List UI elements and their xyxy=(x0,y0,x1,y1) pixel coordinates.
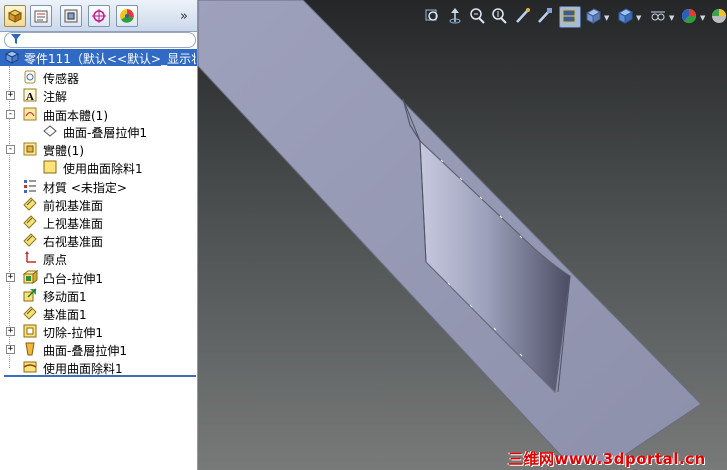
tree-item-label: 右视基准面 xyxy=(43,235,104,249)
previous-view-icon[interactable] xyxy=(445,6,465,26)
tree-item-label: 切除-拉伸1 xyxy=(43,326,103,340)
collapse-icon[interactable]: - xyxy=(6,110,15,119)
tree-item-label: 曲面-叠層拉伸1 xyxy=(63,126,147,140)
graphics-viewport[interactable]: ▼ ▼ ▼ ▼ ▼ 三维网www.3dportal.cn xyxy=(198,0,727,470)
expand-icon[interactable]: + xyxy=(6,345,15,354)
tree-item[interactable]: + 凸台-拉伸1 xyxy=(0,268,197,286)
tree-item[interactable]: 上视基准面 xyxy=(0,213,197,231)
dimxpert-tab[interactable] xyxy=(88,5,110,27)
tree-item[interactable]: 使用曲面除料1 xyxy=(0,158,197,176)
chevron-down-icon[interactable]: ▼ xyxy=(700,14,705,22)
display-manager-tab[interactable] xyxy=(116,5,138,27)
tree-item[interactable]: - 實體(1) xyxy=(0,140,197,158)
boss-extrude-icon xyxy=(22,269,39,285)
pan-icon[interactable] xyxy=(535,6,555,26)
tree-item[interactable]: 使用曲面除料1 xyxy=(0,358,197,376)
tree-item[interactable]: 原点 xyxy=(0,249,197,267)
section-view-icon xyxy=(562,9,576,23)
chevron-down-icon[interactable]: ▼ xyxy=(636,14,641,22)
property-icon xyxy=(34,10,48,23)
view-orientation-icon[interactable] xyxy=(583,6,603,26)
move-face-icon xyxy=(22,287,38,303)
tree-item[interactable]: + 曲面-叠層拉伸1 xyxy=(0,340,197,358)
tree-item[interactable]: - 曲面本體(1) xyxy=(0,105,197,123)
display-style-icon[interactable] xyxy=(615,6,635,26)
tree-item[interactable]: + A 注解 xyxy=(0,86,197,104)
filter-icon xyxy=(11,34,21,44)
part-root-icon xyxy=(4,50,20,64)
rollback-bar[interactable] xyxy=(4,375,196,377)
tree-item-label: 前视基准面 xyxy=(43,199,104,213)
svg-text:A: A xyxy=(26,91,34,103)
part-root-label: 零件111（默认<<默认>_显示状态 xyxy=(24,52,196,66)
zoom-in-out-icon[interactable] xyxy=(489,6,509,26)
tree-item[interactable]: + 切除-拉伸1 xyxy=(0,322,197,340)
tree-item-label: 凸台-拉伸1 xyxy=(43,272,103,286)
tree-item-label: 原点 xyxy=(43,253,68,267)
scene-icon[interactable] xyxy=(709,6,727,26)
tree-item-label: 曲面-叠層拉伸1 xyxy=(43,344,127,358)
tree-item-label: 注解 xyxy=(43,90,68,104)
surface-bodies-icon xyxy=(22,106,38,122)
plane-icon xyxy=(22,305,38,321)
rotate-icon[interactable] xyxy=(513,6,533,26)
crosshair-icon xyxy=(92,9,106,23)
surface-loft-icon xyxy=(22,341,38,357)
cut-extrude-icon xyxy=(22,323,38,339)
tree-item[interactable]: 前视基准面 xyxy=(0,195,197,213)
section-view-button[interactable] xyxy=(559,6,581,28)
expand-icon[interactable]: + xyxy=(6,91,15,100)
part-icon xyxy=(7,9,23,23)
origin-icon xyxy=(22,250,38,266)
surface-body-icon xyxy=(42,123,58,139)
plane-icon xyxy=(22,214,38,230)
zoom-to-fit-icon[interactable] xyxy=(423,6,443,26)
part-root-node[interactable]: 零件111（默认<<默认>_显示状态 xyxy=(0,49,197,66)
annotation-icon: A xyxy=(22,87,38,103)
tree-item[interactable]: 材質 <未指定> xyxy=(0,177,197,195)
chevron-down-icon[interactable]: ▼ xyxy=(669,14,674,22)
collapse-icon[interactable]: - xyxy=(6,145,15,154)
tree-item-label: 上视基准面 xyxy=(43,217,104,231)
hide-show-icon[interactable] xyxy=(648,6,668,26)
chevron-down-icon[interactable]: ▼ xyxy=(604,14,609,22)
feature-manager-panel: » 零件111（默认<<默认>_显示状态 传感器 + A 注解 - 曲面本體(1) 曲面-叠… xyxy=(0,0,198,470)
tree-item[interactable]: 右视基准面 xyxy=(0,231,197,249)
configuration-icon xyxy=(64,9,78,23)
3d-model[interactable] xyxy=(198,0,727,470)
tree-item-label: 传感器 xyxy=(43,72,80,86)
tree-item[interactable]: 曲面-叠層拉伸1 xyxy=(0,122,197,140)
solid-bodies-icon xyxy=(22,141,38,157)
plane-icon xyxy=(22,196,38,212)
featuremanager-tab[interactable] xyxy=(4,5,26,27)
expand-icon[interactable]: + xyxy=(6,273,15,282)
appearance-icon[interactable] xyxy=(679,6,699,26)
watermark-text: 三维网www.3dportal.cn xyxy=(508,450,706,468)
expand-icon[interactable]: + xyxy=(6,327,15,336)
tree-item-label: 移动面1 xyxy=(43,290,87,304)
tree-item-label: 實體(1) xyxy=(43,144,84,158)
tree-item[interactable]: 移动面1 xyxy=(0,286,197,304)
tree-item[interactable]: 传感器 xyxy=(0,68,197,86)
configurationmanager-tab[interactable] xyxy=(60,5,82,27)
solid-body-icon xyxy=(42,159,58,175)
more-tabs-icon[interactable]: » xyxy=(180,9,188,24)
surface-cut-icon xyxy=(22,359,38,375)
color-wheel-icon xyxy=(120,9,134,23)
zoom-to-area-icon[interactable] xyxy=(467,6,487,26)
manager-tabs: » xyxy=(0,0,197,32)
tree-item-label: 使用曲面除料1 xyxy=(63,162,143,176)
tree-item-label: 基准面1 xyxy=(43,308,87,322)
plane-icon xyxy=(22,232,38,248)
material-icon xyxy=(22,178,38,194)
propertymanager-tab[interactable] xyxy=(30,5,52,27)
feature-filter-input[interactable] xyxy=(4,32,196,48)
tree-item-label: 材質 <未指定> xyxy=(43,181,127,195)
tree-item[interactable]: 基准面1 xyxy=(0,304,197,322)
sensor-icon xyxy=(22,69,38,85)
